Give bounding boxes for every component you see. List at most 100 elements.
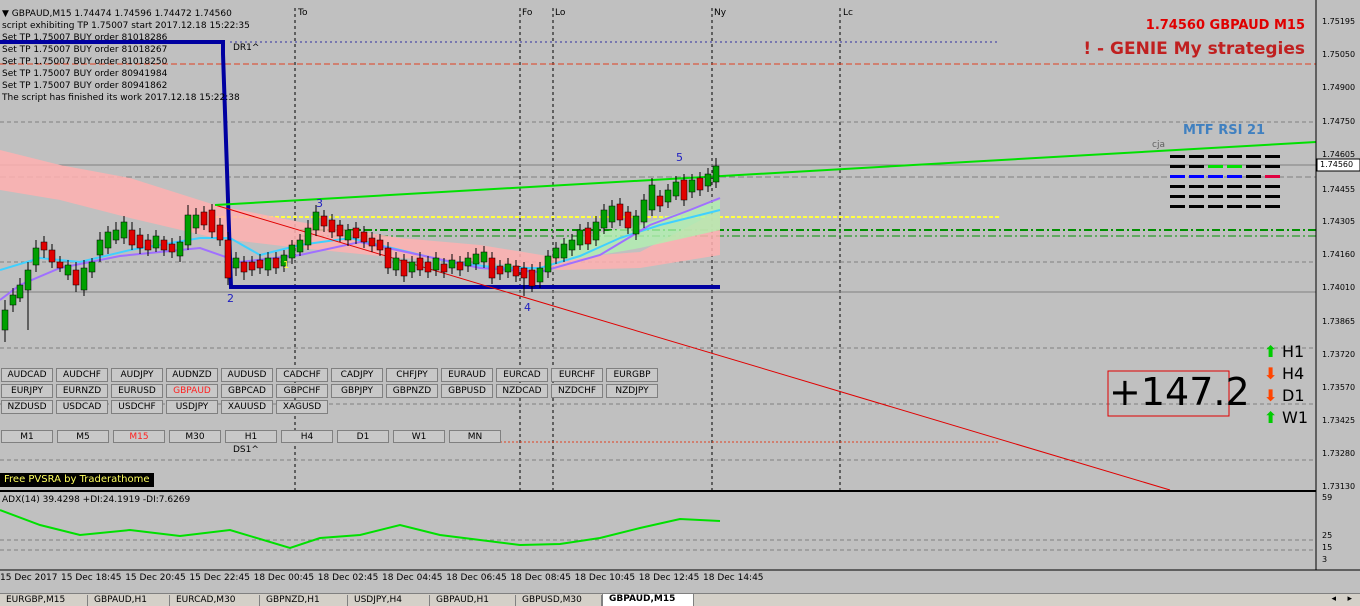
pair-button-nzdcad[interactable]: NZDCAD [496, 384, 548, 398]
rsi-cell [1170, 205, 1185, 208]
candle-body [184, 214, 192, 246]
pair-button-chfjpy[interactable]: CHFJPY [386, 368, 438, 382]
timeframe-button-h4[interactable]: H4 [281, 430, 333, 443]
price-axis-label: 1.75195 [1322, 17, 1356, 26]
candle-body [328, 219, 336, 233]
chart-tab[interactable]: EURGBP,M15 [0, 595, 88, 606]
current-price-label: 1.74560 [1320, 160, 1354, 169]
rsi-cell [1189, 205, 1204, 208]
tf-signal-arrow-down-icon: ⬇ [1264, 386, 1278, 405]
candle-body [704, 173, 712, 187]
adx-axis-label: 15 [1322, 543, 1333, 552]
pair-button-audcad[interactable]: AUDCAD [1, 368, 53, 382]
pair-button-audusd[interactable]: AUDUSD [221, 368, 273, 382]
wave-label-1: 1 [283, 260, 290, 271]
pair-button-nzdjpy[interactable]: NZDJPY [606, 384, 658, 398]
rsi-cell [1208, 195, 1223, 198]
candle-body [424, 261, 432, 273]
pair-button-cadchf[interactable]: CADCHF [276, 368, 328, 382]
candle-body [600, 209, 608, 229]
rsi-cell [1227, 175, 1242, 178]
pair-button-eurusd[interactable]: EURUSD [111, 384, 163, 398]
candle-body [240, 261, 248, 273]
pair-button-gbpusd[interactable]: GBPUSD [441, 384, 493, 398]
candle-body [352, 227, 360, 239]
candle-body [312, 211, 320, 231]
pair-button-gbpjpy[interactable]: GBPJPY [331, 384, 383, 398]
rsi-cell [1208, 175, 1223, 178]
wave-label-4: 4 [524, 301, 531, 314]
pair-button-usdchf[interactable]: USDCHF [111, 400, 163, 414]
pair-button-eurchf[interactable]: EURCHF [551, 368, 603, 382]
chart-tab[interactable]: GBPNZD,H1 [260, 595, 348, 606]
pair-button-eurcad[interactable]: EURCAD [496, 368, 548, 382]
chart-tab[interactable]: USDJPY,H4 [348, 595, 430, 606]
timeframe-button-m5[interactable]: M5 [57, 430, 109, 443]
price-axis-label: 1.74455 [1322, 185, 1356, 194]
pair-button-eurgbp[interactable]: EURGBP [606, 368, 658, 382]
rsi-cell [1246, 205, 1261, 208]
pair-button-usdjpy[interactable]: USDJPY [166, 400, 218, 414]
pair-button-eurjpy[interactable]: EURJPY [1, 384, 53, 398]
pair-button-audchf[interactable]: AUDCHF [56, 368, 108, 382]
candle-body [72, 269, 80, 286]
chart-tab[interactable]: GBPAUD,H1 [430, 595, 516, 606]
candle-body [128, 229, 136, 246]
chart-tab[interactable]: EURCAD,M30 [170, 595, 260, 606]
pair-button-audjpy[interactable]: AUDJPY [111, 368, 163, 382]
pair-button-usdcad[interactable]: USDCAD [56, 400, 108, 414]
pair-button-cadjpy[interactable]: CADJPY [331, 368, 383, 382]
pair-button-xauusd[interactable]: XAUUSD [221, 400, 273, 414]
pair-button-xagusd[interactable]: XAGUSD [276, 400, 328, 414]
rsi-cell [1170, 155, 1185, 158]
time-axis-label: 18 Dec 10:45 [574, 573, 636, 583]
log-line: The script has finished its work 2017.12… [2, 93, 240, 103]
chart-tab[interactable]: GBPAUD,M15 [602, 593, 694, 606]
pair-button-nzdusd[interactable]: NZDUSD [1, 400, 53, 414]
pair-button-gbpaud[interactable]: GBPAUD [166, 384, 218, 398]
pair-button-audnzd[interactable]: AUDNZD [166, 368, 218, 382]
candle-body [248, 261, 256, 271]
time-axis-label: 18 Dec 12:45 [638, 573, 700, 583]
pvsra-label: Free PVSRA by Traderathome [0, 473, 154, 487]
pair-button-nzdchf[interactable]: NZDCHF [551, 384, 603, 398]
chart-tab[interactable]: GBPAUD,H1 [88, 595, 170, 606]
timeframe-button-d1[interactable]: D1 [337, 430, 389, 443]
pair-button-gbpnzd[interactable]: GBPNZD [386, 384, 438, 398]
pair-button-gbpcad[interactable]: GBPCAD [221, 384, 273, 398]
timeframe-button-m1[interactable]: M1 [1, 430, 53, 443]
timeframe-button-mn[interactable]: MN [449, 430, 501, 443]
timeframe-button-m30[interactable]: M30 [169, 430, 221, 443]
candle-body [56, 261, 64, 269]
price-axis-label: 1.74900 [1322, 83, 1356, 92]
candle-body [632, 215, 640, 235]
rsi-cell [1265, 195, 1280, 198]
rsi-cell [1208, 165, 1223, 168]
candle-body [144, 239, 152, 251]
price-axis-label: 1.75050 [1322, 50, 1356, 59]
timeframe-button-m15[interactable]: M15 [113, 430, 165, 443]
chart-tab[interactable]: GBPUSD,M30 [516, 595, 602, 606]
chart-canvas[interactable] [0, 0, 1360, 605]
rsi-cell [1227, 205, 1242, 208]
rsi-cell [1246, 175, 1261, 178]
pair-button-gbpchf[interactable]: GBPCHF [276, 384, 328, 398]
candle-body [480, 251, 488, 263]
price-axis-label: 1.74160 [1322, 250, 1356, 259]
dropdown-arrow-icon[interactable]: ▼ [2, 9, 9, 19]
time-axis-label: 15 Dec 18:45 [61, 573, 122, 583]
candle-body [672, 181, 680, 197]
timeframe-button-w1[interactable]: W1 [393, 430, 445, 443]
timeframe-button-h1[interactable]: H1 [225, 430, 277, 443]
rsi-cell [1189, 165, 1204, 168]
rsi-cell [1227, 165, 1242, 168]
symbol-header: ▼ GBPAUD,M15 1.74474 1.74596 1.74472 1.7… [2, 9, 232, 19]
session-label-lc: Lc [843, 8, 853, 18]
pair-button-eurnzd[interactable]: EURNZD [56, 384, 108, 398]
ds1-label: DS1^ [233, 445, 259, 455]
scroll-right-icon[interactable]: ▸ [1347, 595, 1352, 604]
scroll-left-icon[interactable]: ◂ [1331, 595, 1336, 604]
candle-body [80, 267, 88, 291]
pair-button-euraud[interactable]: EURAUD [441, 368, 493, 382]
rsi-cell [1246, 185, 1261, 188]
